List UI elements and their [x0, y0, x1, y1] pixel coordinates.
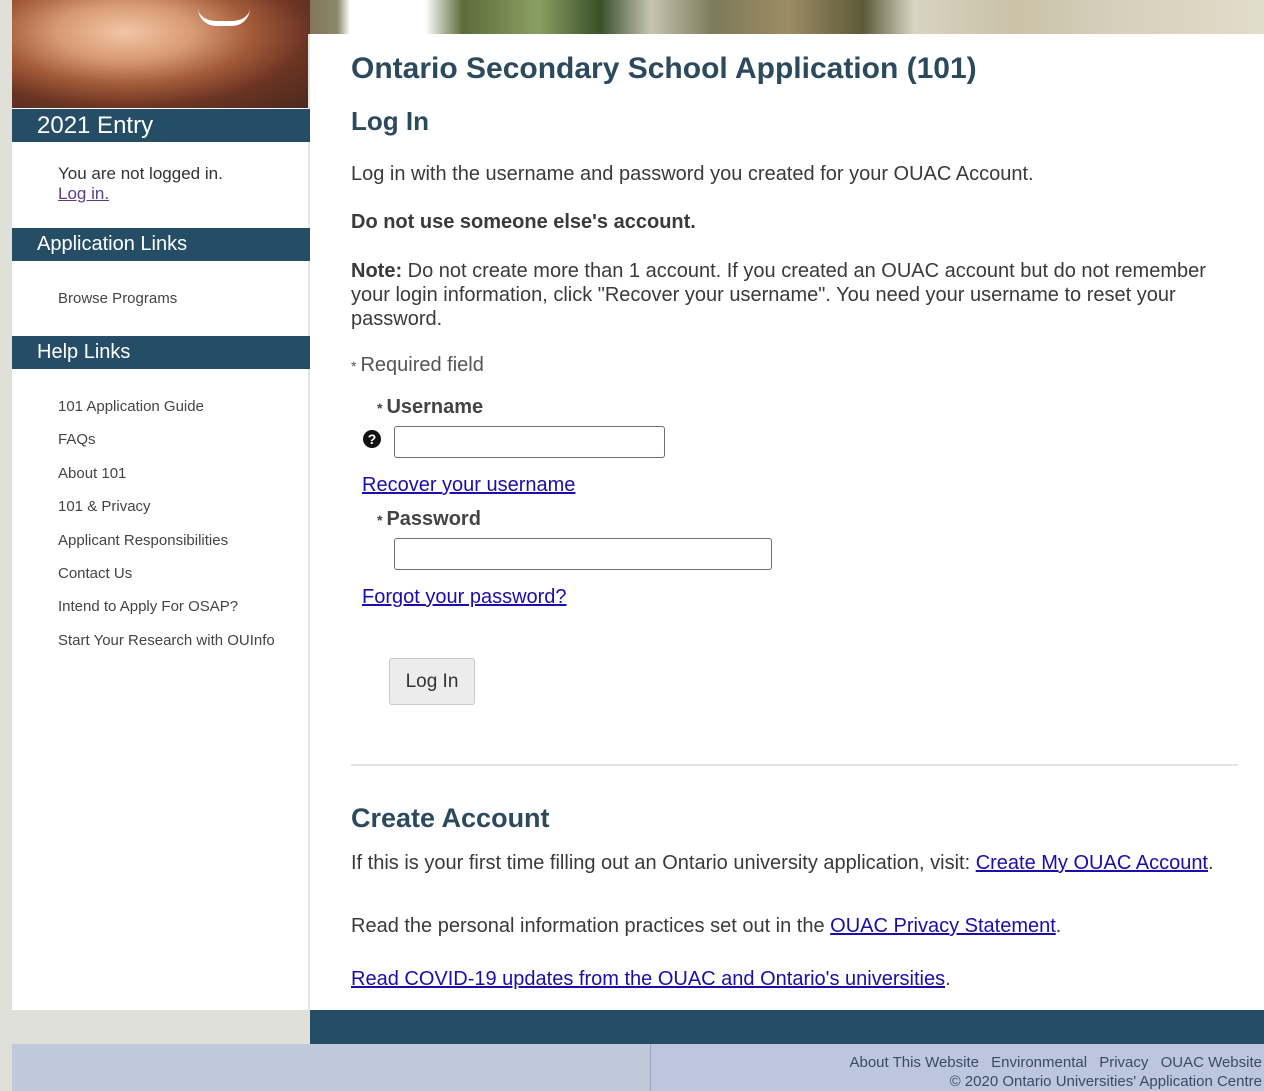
password-required-asterisk: * — [377, 511, 383, 528]
required-field-legend: * Required field — [351, 354, 484, 377]
sidebar-divider — [308, 34, 310, 1010]
question-circle-icon[interactable]: ? — [363, 430, 381, 448]
help-link-application-guide[interactable]: 101 Application Guide — [58, 398, 204, 415]
password-input[interactable] — [394, 538, 772, 570]
help-link-ouinfo[interactable]: Start Your Research with OUInfo — [58, 632, 275, 649]
privacy-end: . — [1055, 915, 1062, 937]
help-link-contact-us[interactable]: Contact Us — [58, 565, 132, 582]
covid-end: . — [945, 968, 951, 990]
footer-left-panel — [12, 1044, 650, 1091]
username-label: * Username — [377, 396, 483, 419]
recover-username-link[interactable]: Recover your username — [362, 474, 575, 497]
covid-updates-link[interactable]: Read COVID-19 updates from the OUAC and … — [351, 968, 945, 990]
footer-environmental-link[interactable]: Environmental — [991, 1054, 1087, 1071]
login-status: You are not logged in. Log in. — [58, 164, 223, 204]
covid-updates: Read COVID-19 updates from the OUAC and … — [351, 968, 951, 991]
student-portrait-image — [12, 0, 310, 108]
help-link-responsibilities[interactable]: Applicant Responsibilities — [58, 532, 228, 549]
application-links-heading: Application Links — [12, 228, 310, 261]
password-label-text: Password — [386, 508, 481, 530]
create-account-heading: Create Account — [351, 803, 550, 833]
page-title: Ontario Secondary School Application (10… — [351, 52, 977, 85]
login-intro-text: Log in with the username and password yo… — [351, 163, 1034, 185]
footer-links: About This Website Environmental Privacy… — [841, 1054, 1262, 1071]
copyright-text: © 2020 Ontario Universities' Application… — [949, 1073, 1262, 1090]
create-account-link[interactable]: Create My OUAC Account — [976, 852, 1208, 874]
required-asterisk: * — [351, 357, 357, 374]
password-label: * Password — [377, 508, 481, 531]
create-account-end: . — [1208, 852, 1214, 874]
privacy-statement-link[interactable]: OUAC Privacy Statement — [830, 915, 1056, 937]
login-status-text: You are not logged in. — [58, 164, 223, 183]
help-links-heading: Help Links — [12, 336, 310, 369]
note-text: Do not create more than 1 account. If yo… — [351, 260, 1206, 330]
username-label-text: Username — [386, 396, 484, 418]
help-link-faqs[interactable]: FAQs — [58, 431, 96, 448]
help-link-privacy[interactable]: 101 & Privacy — [58, 498, 151, 515]
sidebar-login-link[interactable]: Log in. — [58, 184, 109, 203]
help-link-about-101[interactable]: About 101 — [58, 465, 126, 482]
login-heading: Log In — [351, 106, 429, 136]
note-label: Note: — [351, 260, 403, 282]
login-button[interactable]: Log In — [389, 658, 475, 705]
page-left-margin — [0, 0, 12, 1091]
account-warning-text: Do not use someone else's account. — [351, 211, 696, 233]
footer-about-link[interactable]: About This Website — [849, 1054, 979, 1071]
create-account-intro: If this is your first time filling out a… — [351, 852, 976, 874]
section-divider — [351, 764, 1238, 766]
privacy-text: Read the personal information practices … — [351, 915, 1061, 938]
footer-privacy-link[interactable]: Privacy — [1099, 1054, 1148, 1071]
sidebar: 2021 Entry You are not logged in. Log in… — [12, 0, 310, 1010]
help-link-osap[interactable]: Intend to Apply For OSAP? — [58, 598, 238, 615]
required-field-text: Required field — [360, 354, 484, 376]
footer-bar — [310, 1010, 1264, 1044]
forgot-password-link[interactable]: Forgot your password? — [362, 586, 567, 609]
create-account-text: If this is your first time filling out a… — [351, 850, 1231, 877]
footer-ouac-website-link[interactable]: OUAC Website — [1161, 1054, 1262, 1071]
username-input[interactable] — [394, 426, 665, 458]
username-required-asterisk: * — [377, 399, 383, 416]
entry-heading: 2021 Entry — [12, 109, 310, 142]
privacy-intro: Read the personal information practices … — [351, 915, 831, 937]
browse-programs-link[interactable]: Browse Programs — [58, 290, 177, 307]
account-note: Note: Do not create more than 1 account.… — [351, 259, 1241, 331]
